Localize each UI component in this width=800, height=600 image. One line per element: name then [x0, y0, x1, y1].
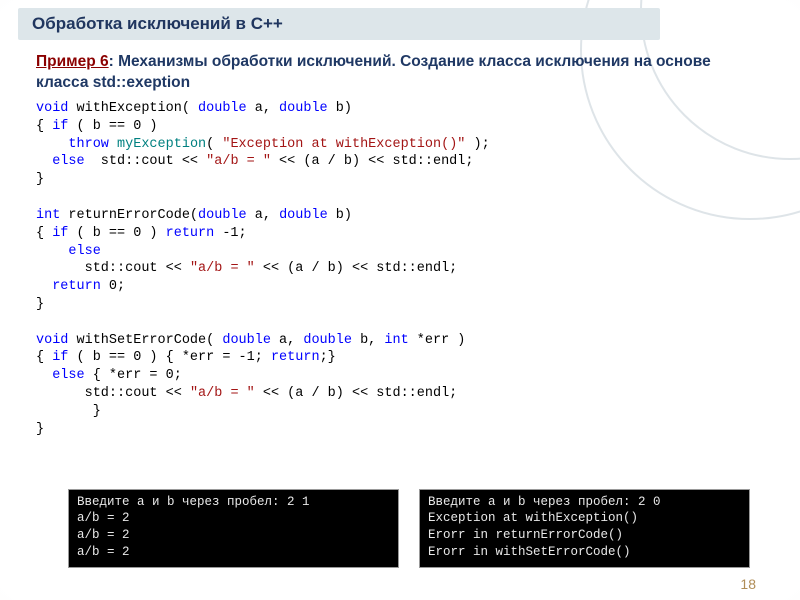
slide-title: Обработка исключений в С++ — [18, 8, 660, 40]
console-output-1: Введите a и b через пробел: 2 1 a/b = 2 … — [68, 489, 399, 569]
console-output-row: Введите a и b через пробел: 2 1 a/b = 2 … — [68, 489, 750, 569]
page-number: 18 — [740, 576, 756, 592]
console-output-2: Введите a и b через пробел: 2 0 Exceptio… — [419, 489, 750, 569]
subtitle-text: : Механизмы обработки исключений. Создан… — [36, 53, 711, 91]
code-listing: void withException( double a, double b) … — [36, 100, 750, 438]
example-label: Пример 6 — [36, 53, 109, 70]
slide-subtitle: Пример 6: Механизмы обработки исключений… — [36, 52, 760, 94]
